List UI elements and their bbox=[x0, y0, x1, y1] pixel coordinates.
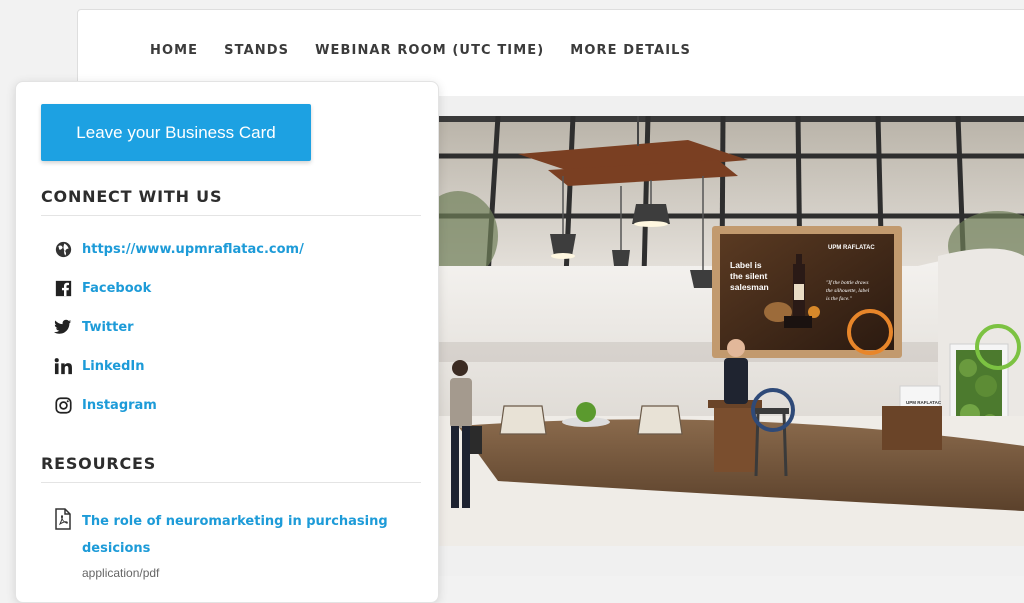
screen-headline-2: the silent bbox=[730, 271, 767, 281]
twitter-link[interactable]: Twitter bbox=[82, 320, 134, 335]
resources-divider bbox=[41, 482, 421, 483]
twitter-icon bbox=[54, 318, 72, 336]
booth-illustration: Label is the silent salesman UPM RAFLATA… bbox=[438, 116, 1024, 546]
virtual-booth-scene: Label is the silent salesman UPM RAFLATA… bbox=[438, 116, 1024, 546]
screen-brand: UPM RAFLATAC bbox=[828, 245, 875, 251]
social-link-instagram[interactable]: Instagram bbox=[54, 396, 157, 414]
connect-divider bbox=[41, 215, 421, 216]
social-link-linkedin[interactable]: LinkedIn bbox=[54, 357, 145, 375]
screen-quote-3: is the face." bbox=[826, 295, 853, 302]
leave-business-card-button[interactable]: Leave your Business Card bbox=[41, 104, 311, 161]
instagram-icon bbox=[54, 396, 72, 414]
facebook-link[interactable]: Facebook bbox=[82, 281, 151, 296]
main-nav: HOME STANDS WEBINAR ROOM (UTC TIME) MORE… bbox=[150, 43, 691, 58]
globe-icon bbox=[54, 240, 72, 258]
pdf-icon bbox=[54, 508, 72, 535]
linkedin-icon bbox=[54, 357, 72, 375]
exhibitor-sidebar: Leave your Business Card CONNECT WITH US… bbox=[15, 81, 439, 603]
nav-more-details[interactable]: MORE DETAILS bbox=[570, 43, 691, 58]
screen-headline: Label is bbox=[730, 260, 762, 270]
facebook-icon bbox=[54, 279, 72, 297]
linkedin-link[interactable]: LinkedIn bbox=[82, 359, 145, 374]
resource-mime-type: application/pdf bbox=[82, 566, 160, 580]
social-link-facebook[interactable]: Facebook bbox=[54, 279, 151, 297]
counter-brand: UPM RAFLATAC bbox=[906, 400, 942, 405]
website-link[interactable]: https://www.upmraflatac.com/ bbox=[82, 242, 304, 257]
social-link-twitter[interactable]: Twitter bbox=[54, 318, 134, 336]
screen-quote-1: "If the bottle draws bbox=[826, 279, 869, 286]
resources-heading: RESOURCES bbox=[41, 454, 157, 473]
resource-title-link[interactable]: The role of neuromarketing in purchasing… bbox=[82, 508, 412, 562]
screen-quote-2: the silhouette, label bbox=[826, 288, 870, 294]
connect-heading: CONNECT WITH US bbox=[41, 187, 223, 206]
screen-headline-3: salesman bbox=[730, 282, 769, 292]
instagram-link[interactable]: Instagram bbox=[82, 398, 157, 413]
booth-host bbox=[724, 358, 748, 404]
nav-webinar-room[interactable]: WEBINAR ROOM (UTC TIME) bbox=[315, 43, 544, 58]
nav-stands[interactable]: STANDS bbox=[224, 43, 289, 58]
nav-home[interactable]: HOME bbox=[150, 43, 198, 58]
social-link-website[interactable]: https://www.upmraflatac.com/ bbox=[54, 240, 304, 258]
